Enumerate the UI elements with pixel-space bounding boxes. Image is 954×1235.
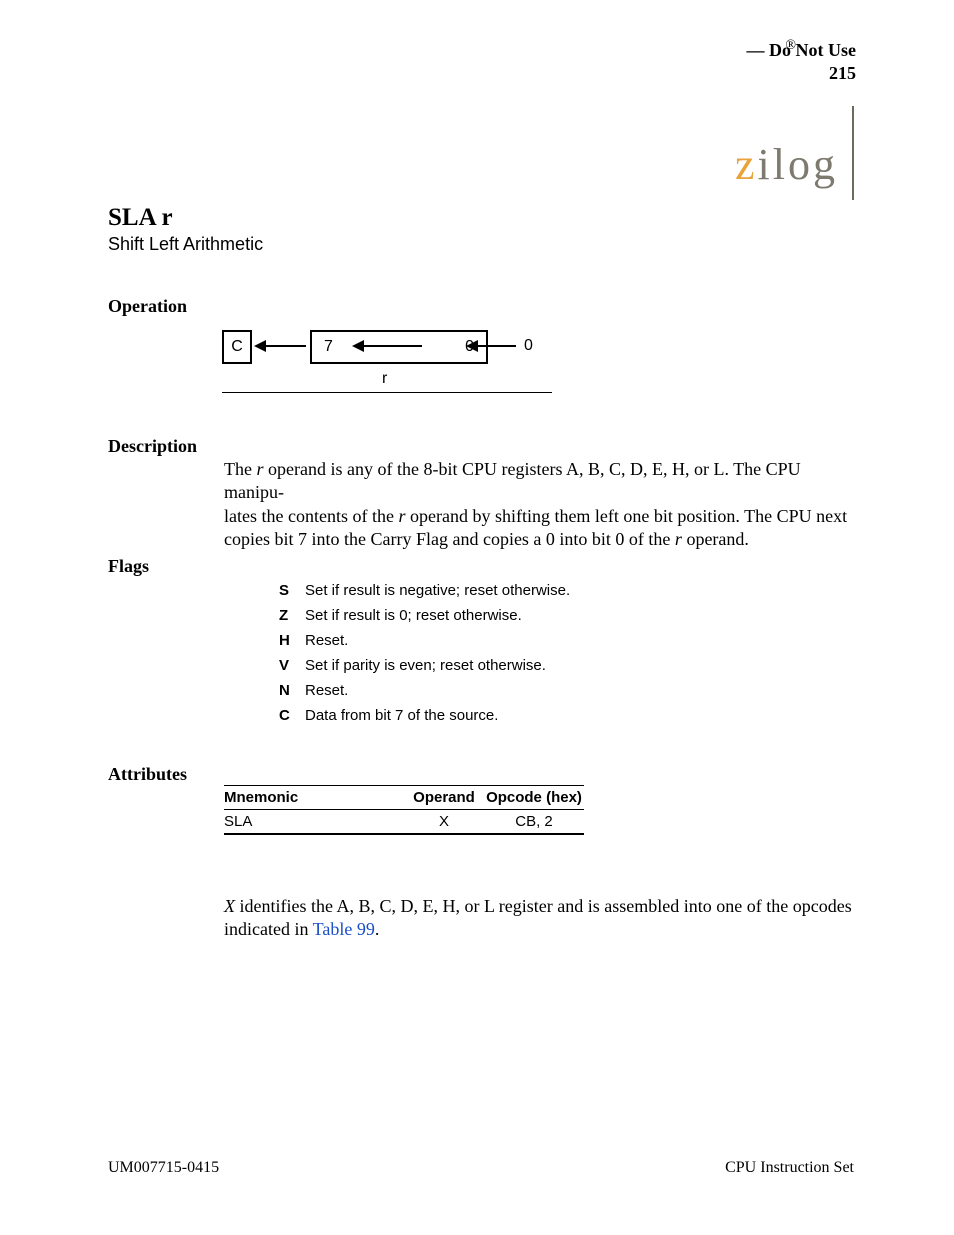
bit-7-label: 7 bbox=[324, 338, 333, 356]
arrow-left-icon bbox=[254, 340, 266, 352]
operation-heading: Operation bbox=[108, 296, 187, 317]
flags-list: SSet if result is negative; reset otherw… bbox=[279, 578, 570, 728]
section-name: CPU Instruction Set bbox=[725, 1159, 854, 1177]
description-text: The r operand is any of the 8-bit CPU re… bbox=[224, 458, 854, 552]
zilog-logo: zilog bbox=[735, 96, 854, 190]
flags-heading: Flags bbox=[108, 556, 149, 577]
instruction-subheading: Shift Left Arithmetic bbox=[108, 234, 263, 255]
arrow-line bbox=[476, 345, 516, 347]
page-number: 215 bbox=[747, 63, 857, 84]
arrow-line bbox=[264, 345, 306, 347]
flag-row: SSet if result is negative; reset otherw… bbox=[279, 578, 570, 603]
doc-title: — Do Not Use bbox=[747, 40, 857, 61]
instruction-heading: SLA r bbox=[108, 204, 173, 232]
page-footer: UM007715-0415 CPU Instruction Set bbox=[108, 1159, 854, 1177]
flag-row: HReset. bbox=[279, 628, 570, 653]
logo-divider bbox=[852, 106, 854, 200]
registered-mark: ® bbox=[785, 38, 796, 54]
flag-row: ZSet if result is 0; reset otherwise. bbox=[279, 603, 570, 628]
table-row: SLA X CB, 2 bbox=[224, 810, 584, 835]
arrow-line bbox=[362, 345, 422, 347]
table-header: Mnemonic Operand Opcode (hex) bbox=[224, 785, 584, 810]
shift-left-diagram: C 7 0 0 r bbox=[222, 330, 562, 400]
zero-input-label: 0 bbox=[524, 337, 533, 355]
description-heading: Description bbox=[108, 436, 197, 457]
table-99-link[interactable]: Table 99 bbox=[313, 919, 375, 939]
doc-id: UM007715-0415 bbox=[108, 1159, 219, 1177]
diagram-rule bbox=[222, 392, 552, 393]
flag-row: VSet if parity is even; reset otherwise. bbox=[279, 653, 570, 678]
flag-row: CData from bit 7 of the source. bbox=[279, 703, 570, 728]
logo-text: zilog bbox=[735, 139, 838, 190]
flag-row: NReset. bbox=[279, 678, 570, 703]
register-box: 7 0 bbox=[310, 330, 488, 364]
r-label: r bbox=[382, 370, 387, 388]
attributes-table: Mnemonic Operand Opcode (hex) SLA X CB, … bbox=[224, 785, 584, 835]
arrow-left-icon bbox=[352, 340, 364, 352]
x-identifier-text: X identifies the A, B, C, D, E, H, or L … bbox=[224, 895, 854, 942]
arrow-left-icon bbox=[466, 340, 478, 352]
attributes-heading: Attributes bbox=[108, 764, 187, 785]
carry-box: C bbox=[222, 330, 252, 364]
